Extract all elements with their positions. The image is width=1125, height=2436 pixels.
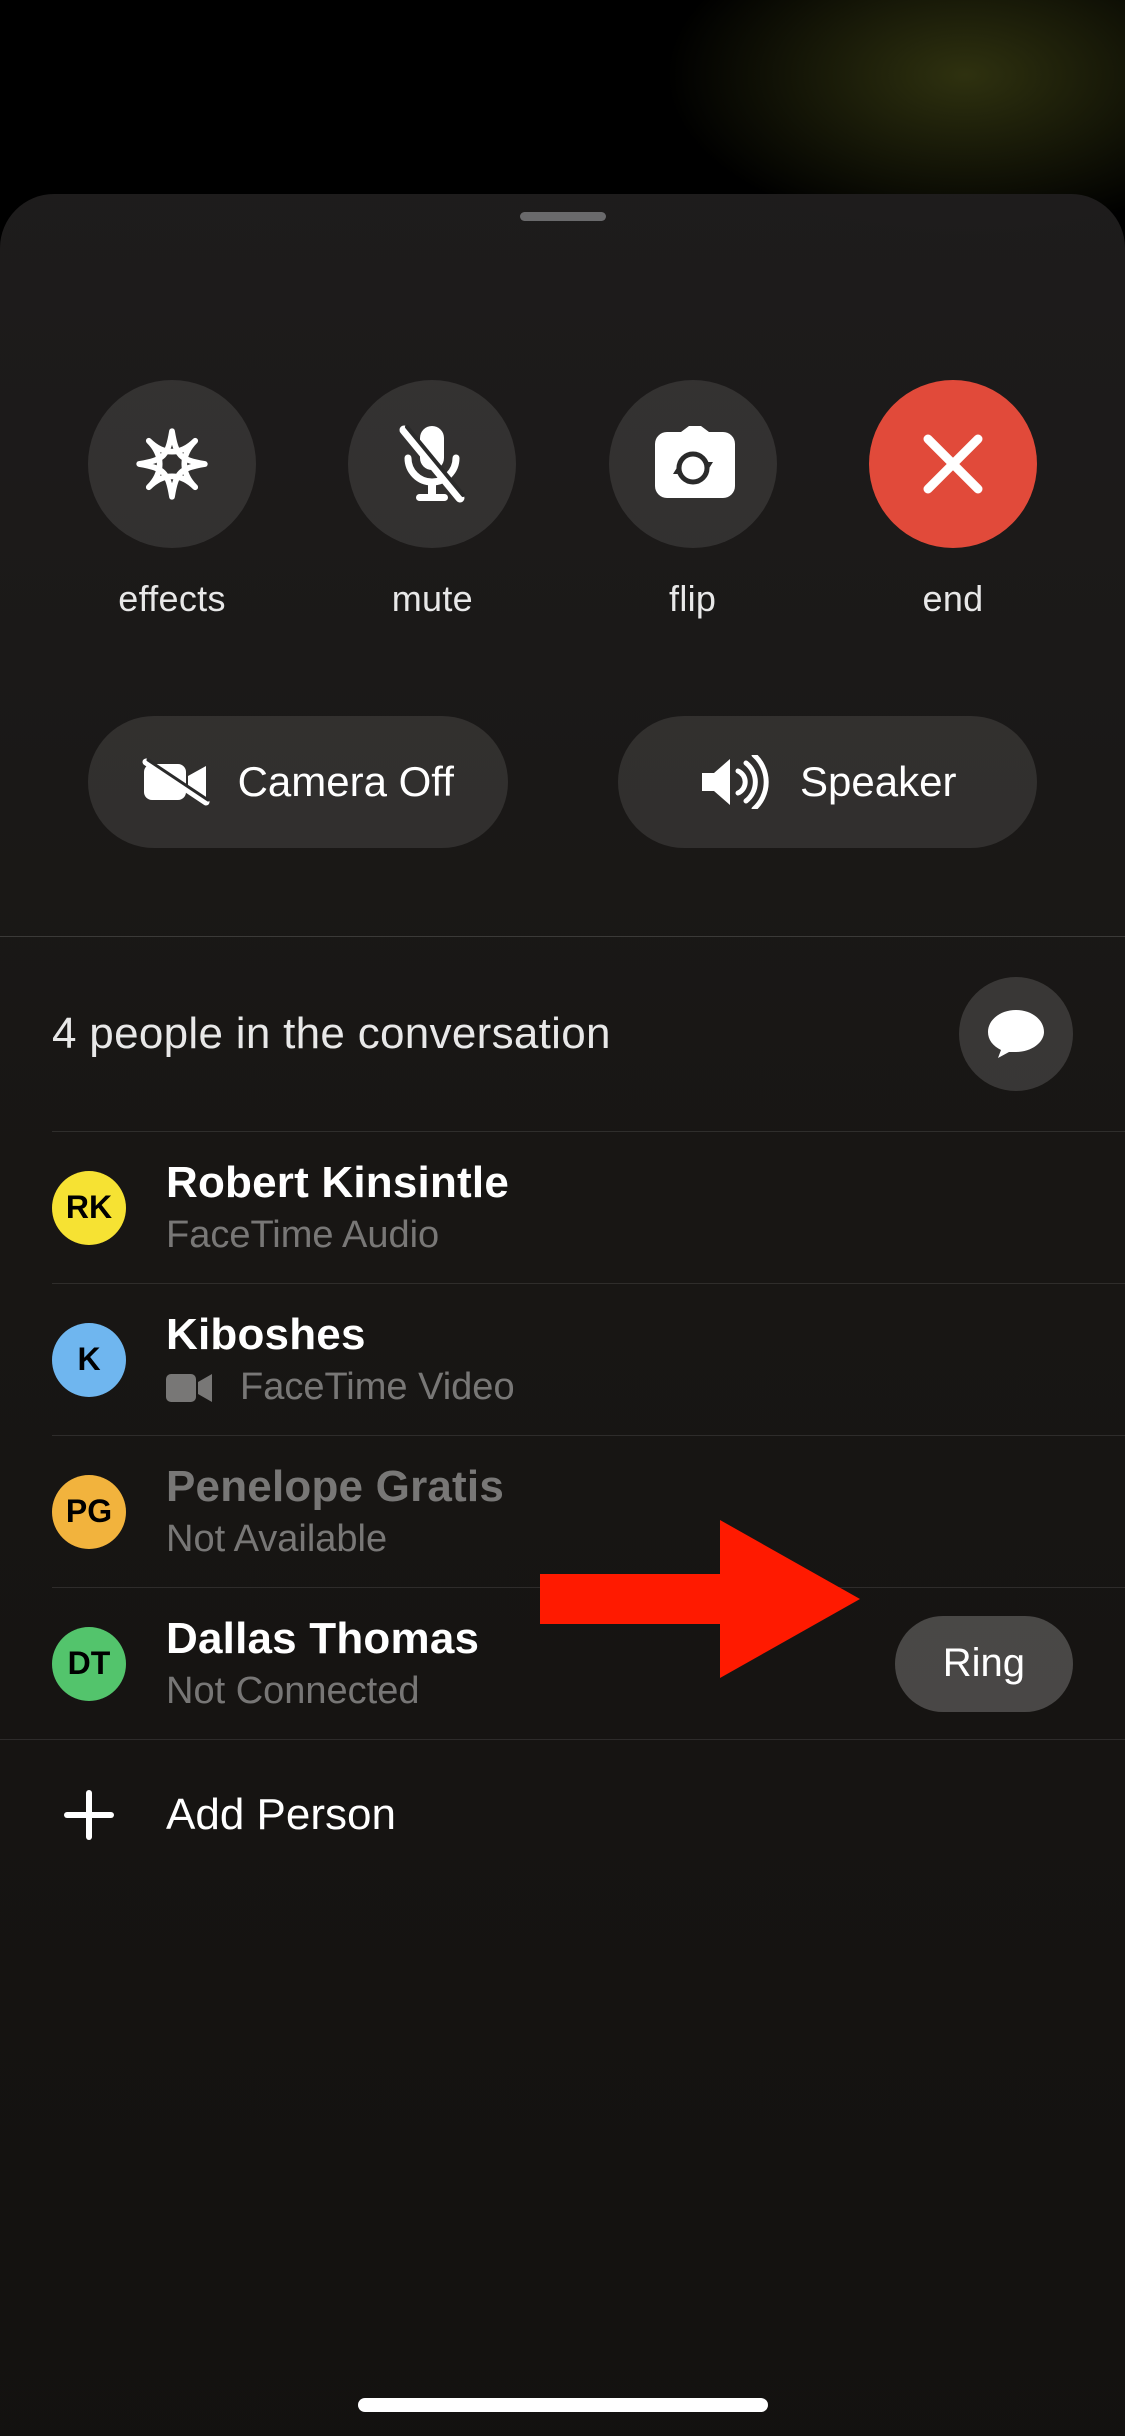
participant-row[interactable]: RK Robert Kinsintle FaceTime Audio bbox=[0, 1132, 1125, 1283]
avatar: K bbox=[52, 1323, 126, 1397]
mute-button[interactable]: mute bbox=[348, 380, 516, 620]
participant-text: Kiboshes FaceTime Video bbox=[166, 1310, 515, 1409]
participant-status: Not Connected bbox=[166, 1670, 479, 1713]
participant-status-text: Not Connected bbox=[166, 1670, 420, 1713]
ring-button-label: Ring bbox=[943, 1641, 1025, 1686]
close-icon bbox=[920, 431, 986, 497]
end-label: end bbox=[923, 578, 984, 620]
participant-status: FaceTime Audio bbox=[166, 1214, 509, 1257]
participant-status: FaceTime Video bbox=[166, 1366, 515, 1409]
participant-text: Dallas Thomas Not Connected bbox=[166, 1614, 479, 1713]
ring-button[interactable]: Ring bbox=[895, 1616, 1073, 1712]
participants-list: RK Robert Kinsintle FaceTime Audio K Kiboshe… bbox=[0, 1132, 1125, 1740]
participant-name: Kiboshes bbox=[166, 1310, 515, 1360]
participant-row[interactable]: DT Dallas Thomas Not Connected Ring bbox=[0, 1588, 1125, 1739]
participant-name: Robert Kinsintle bbox=[166, 1158, 509, 1208]
speaker-button[interactable]: Speaker bbox=[618, 716, 1038, 848]
effects-label: effects bbox=[118, 578, 226, 620]
camera-off-button[interactable]: Camera Off bbox=[88, 716, 508, 848]
call-sheet: effects mute bbox=[0, 194, 1125, 2436]
flip-circle bbox=[609, 380, 777, 548]
flip-label: flip bbox=[669, 578, 716, 620]
participant-status-text: FaceTime Audio bbox=[166, 1214, 439, 1257]
end-circle bbox=[869, 380, 1037, 548]
avatar: DT bbox=[52, 1627, 126, 1701]
effects-icon bbox=[131, 423, 213, 505]
messages-icon bbox=[986, 1006, 1046, 1062]
end-button[interactable]: end bbox=[869, 380, 1037, 620]
add-person-button[interactable]: Add Person bbox=[0, 1740, 1125, 1890]
camera-off-label: Camera Off bbox=[238, 758, 454, 806]
speaker-icon bbox=[698, 755, 774, 809]
avatar: RK bbox=[52, 1171, 126, 1245]
home-indicator bbox=[358, 2398, 768, 2412]
participant-text: Penelope Gratis Not Available bbox=[166, 1462, 504, 1561]
mute-label: mute bbox=[392, 578, 473, 620]
participant-row[interactable]: K Kiboshes FaceTime Video bbox=[0, 1284, 1125, 1435]
flip-button[interactable]: flip bbox=[609, 380, 777, 620]
messages-button[interactable] bbox=[959, 977, 1073, 1091]
avatar: PG bbox=[52, 1475, 126, 1549]
participant-status-text: FaceTime Video bbox=[240, 1366, 515, 1409]
camera-off-icon bbox=[142, 758, 212, 806]
participant-status-text: Not Available bbox=[166, 1518, 387, 1561]
participants-header: 4 people in the conversation bbox=[0, 937, 1125, 1131]
flip-icon bbox=[647, 426, 739, 502]
participant-name: Dallas Thomas bbox=[166, 1614, 479, 1664]
controls-row: effects mute bbox=[0, 194, 1125, 620]
plus-icon bbox=[52, 1778, 126, 1852]
participant-text: Robert Kinsintle FaceTime Audio bbox=[166, 1158, 509, 1257]
pill-row: Camera Off Speaker bbox=[0, 716, 1125, 848]
sheet-grabber[interactable] bbox=[520, 212, 606, 221]
video-icon bbox=[166, 1372, 214, 1404]
participant-name: Penelope Gratis bbox=[166, 1462, 504, 1512]
mute-circle bbox=[348, 380, 516, 548]
effects-button[interactable]: effects bbox=[88, 380, 256, 620]
participant-row[interactable]: PG Penelope Gratis Not Available bbox=[0, 1436, 1125, 1587]
effects-circle bbox=[88, 380, 256, 548]
speaker-label: Speaker bbox=[800, 758, 956, 806]
participants-title: 4 people in the conversation bbox=[52, 1009, 611, 1059]
participant-status: Not Available bbox=[166, 1518, 504, 1561]
add-person-label: Add Person bbox=[166, 1790, 396, 1840]
mute-icon bbox=[392, 420, 472, 508]
